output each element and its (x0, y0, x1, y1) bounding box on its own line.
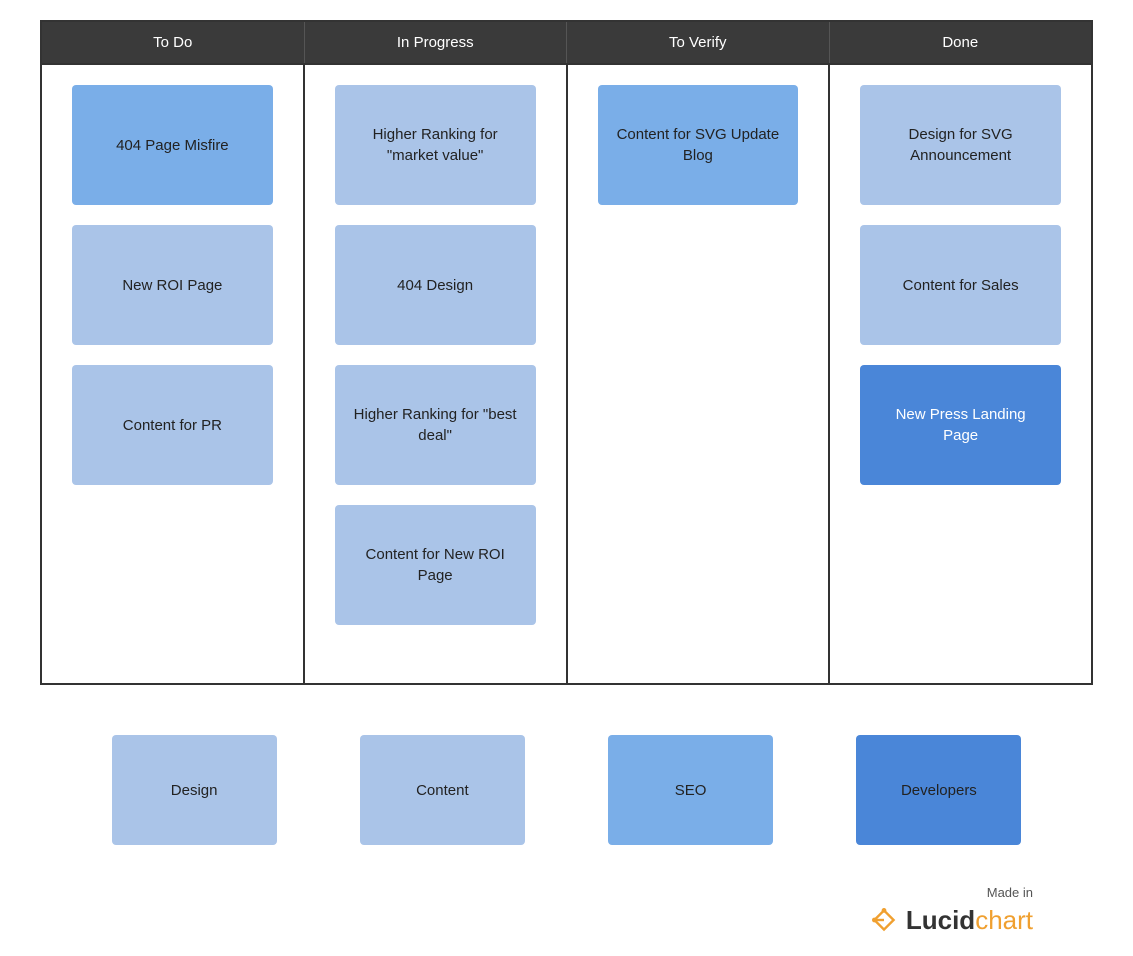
lucid-text: Lucidchart (906, 905, 1033, 936)
kanban-header-cell: To Do (42, 22, 305, 63)
lucidchart-logo: Lucidchart (868, 904, 1033, 936)
kanban-body: 404 Page Misfire New ROI Page Content for … (42, 63, 1091, 683)
legend-item-developers: Developers (856, 735, 1021, 845)
kanban-board: To DoIn ProgressTo VerifyDone 404 Page M… (40, 20, 1093, 685)
kanban-card[interactable]: Content for PR (72, 365, 273, 485)
kanban-card[interactable]: 404 Design (335, 225, 536, 345)
legend-item-design: Design (112, 735, 277, 845)
watermark: Made in Lucidchart (40, 885, 1093, 936)
kanban-card[interactable]: Higher Ranking for "market value" (335, 85, 536, 205)
kanban-header-cell: In Progress (305, 22, 568, 63)
lucidchart-icon (868, 904, 900, 936)
made-in-text: Made in (987, 885, 1033, 900)
kanban-col-in-progress: Higher Ranking for "market value" 404 Des… (305, 65, 568, 683)
kanban-header-cell: Done (830, 22, 1092, 63)
kanban-col-todo: 404 Page Misfire New ROI Page Content for … (42, 65, 305, 683)
kanban-card[interactable]: Content for Sales (860, 225, 1061, 345)
legend-item-seo: SEO (608, 735, 773, 845)
kanban-col-done: Design for SVG Announcement Content for S… (830, 65, 1091, 683)
kanban-card[interactable]: New ROI Page (72, 225, 273, 345)
legend-section: Design Content SEO Developers (40, 725, 1093, 855)
legend-item-content: Content (360, 735, 525, 845)
kanban-card[interactable]: New Press Landing Page (860, 365, 1061, 485)
kanban-col-to-verify: Content for SVG Update Blog (568, 65, 831, 683)
chart-word: chart (975, 905, 1033, 935)
kanban-header-cell: To Verify (567, 22, 830, 63)
lucid-word: Lucid (906, 905, 975, 935)
kanban-header: To DoIn ProgressTo VerifyDone (42, 22, 1091, 63)
kanban-card[interactable]: Design for SVG Announcement (860, 85, 1061, 205)
kanban-card[interactable]: Content for SVG Update Blog (598, 85, 799, 205)
main-container: To DoIn ProgressTo VerifyDone 404 Page M… (0, 0, 1133, 956)
kanban-card[interactable]: Content for New ROI Page (335, 505, 536, 625)
kanban-card[interactable]: 404 Page Misfire (72, 85, 273, 205)
kanban-card[interactable]: Higher Ranking for "best deal" (335, 365, 536, 485)
